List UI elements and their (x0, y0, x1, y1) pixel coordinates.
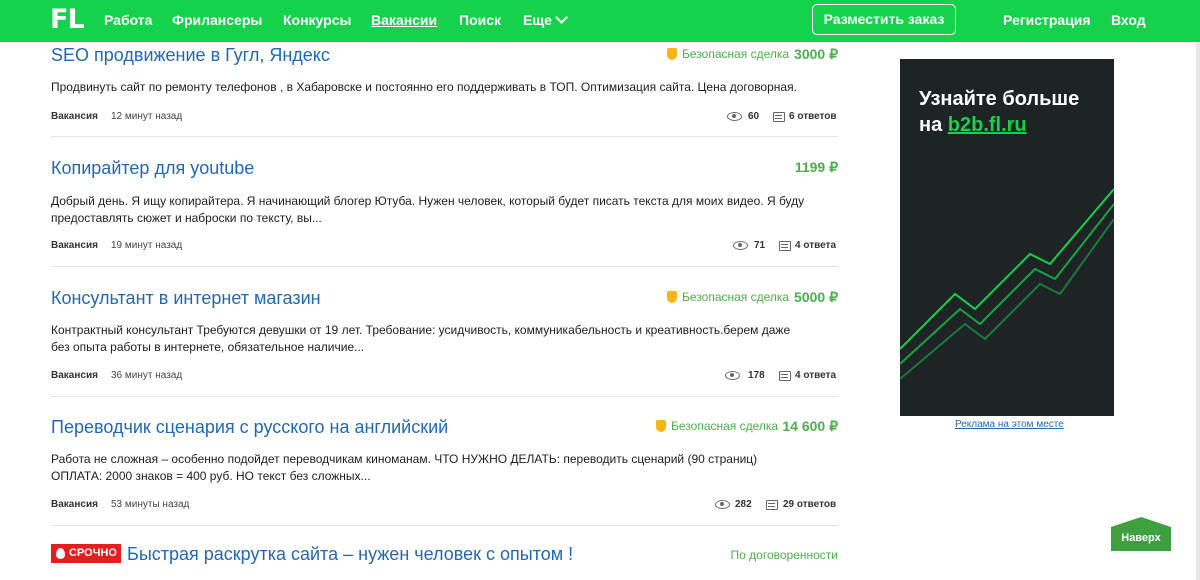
flame-icon (56, 548, 65, 559)
scrollbar-track[interactable] (1196, 42, 1200, 580)
ad-line-1: Узнайте больше (919, 88, 1080, 110)
urgent-badge: СРОЧНО (51, 544, 121, 563)
divider (51, 266, 838, 267)
nav-work[interactable]: Работа (104, 12, 152, 28)
job-price: 5000 ₽ (794, 289, 838, 305)
scroll-to-top-label: Наверх (1111, 527, 1171, 551)
ad-line-2-prefix: на (919, 114, 943, 136)
urgent-badge-label: СРОЧНО (69, 547, 117, 559)
job-price: 14 600 ₽ (782, 418, 838, 434)
divider (51, 525, 838, 526)
top-header: FL Работа Фрилансеры Конкурсы Вакансии П… (0, 0, 1200, 42)
job-title[interactable]: Переводчик сценария с русского на англий… (51, 417, 448, 438)
nav-more-label: Еще (523, 12, 552, 28)
job-price: 1199 ₽ (794, 159, 838, 175)
views-count: 178 (748, 370, 765, 381)
comment-icon (773, 112, 785, 122)
answers-count[interactable]: 29 ответов (783, 499, 836, 510)
job-time: 19 минут назад (111, 240, 183, 251)
views-count: 60 (748, 111, 760, 122)
eye-icon (725, 371, 740, 380)
ad-banner[interactable]: Узнайте больше на b2b.fl.ru (900, 59, 1114, 416)
safe-deal-label: Безопасная сделка (682, 290, 790, 304)
nav-search[interactable]: Поиск (459, 12, 501, 28)
job-type: Вакансия (51, 370, 98, 381)
eye-icon (715, 500, 730, 509)
job-type: Вакансия (51, 111, 98, 122)
safe-deal-label: Безопасная сделка (682, 47, 790, 61)
comment-icon (766, 500, 778, 510)
job-price: По договоренности (730, 548, 838, 562)
views-count: 282 (735, 499, 752, 510)
job-time: 53 минуты назад (111, 499, 190, 510)
login-link[interactable]: Вход (1111, 12, 1146, 28)
job-type: Вакансия (51, 240, 98, 251)
ad-link[interactable]: b2b.fl.ru (948, 114, 1027, 136)
job-title[interactable]: SEO продвижение в Гугл, Яндекс (51, 45, 330, 66)
post-order-button[interactable]: Разместить заказ (812, 4, 956, 35)
job-type: Вакансия (51, 499, 98, 510)
job-description: Добрый день. Я ищу копирайтера. Я начина… (51, 194, 805, 225)
job-description: Контрактный консультант Требуются девушк… (51, 323, 791, 354)
ad-headline: Узнайте больше на b2b.fl.ru (919, 86, 1079, 138)
job-time: 12 минут назад (111, 111, 183, 122)
job-price: 3000 ₽ (794, 46, 838, 62)
divider (51, 396, 838, 397)
house-roof-shape (1111, 517, 1171, 527)
nav-freelancers[interactable]: Фрилансеры (172, 12, 262, 28)
chevron-down-icon (555, 11, 568, 24)
comment-icon (779, 371, 791, 381)
answers-count[interactable]: 6 ответов (789, 111, 837, 122)
eye-icon (733, 241, 748, 250)
safe-deal-label: Безопасная сделка (671, 419, 779, 433)
shield-icon (667, 291, 677, 303)
nav-contests[interactable]: Конкурсы (283, 12, 351, 28)
job-description: Работа не сложная – особенно подойдет пе… (51, 452, 758, 483)
ad-placement-link[interactable]: Реклама на этом месте (955, 419, 1064, 430)
divider (51, 136, 838, 137)
answers-count[interactable]: 4 ответа (795, 240, 836, 251)
job-title[interactable]: Быстрая раскрутка сайта – нужен человек … (127, 544, 573, 565)
comment-icon (779, 241, 791, 251)
job-title[interactable]: Консультант в интернет магазин (51, 288, 321, 309)
scroll-to-top-button[interactable]: Наверх (1111, 517, 1171, 551)
ad-line-2: на b2b.fl.ru (919, 112, 1079, 138)
eye-icon (727, 112, 742, 121)
job-title[interactable]: Копирайтер для youtube (51, 158, 254, 179)
shield-icon (667, 48, 677, 60)
nav-more[interactable]: Еще (523, 11, 568, 28)
views-count: 71 (754, 240, 766, 251)
register-link[interactable]: Регистрация (1003, 12, 1091, 28)
shield-icon (656, 420, 666, 432)
answers-count[interactable]: 4 ответа (795, 370, 836, 381)
job-description: Продвинуть сайт по ремонту телефонов , в… (51, 80, 797, 94)
nav-vacancies[interactable]: Вакансии (371, 12, 437, 28)
fl-logo[interactable]: FL (50, 4, 85, 35)
job-time: 36 минут назад (111, 370, 183, 381)
